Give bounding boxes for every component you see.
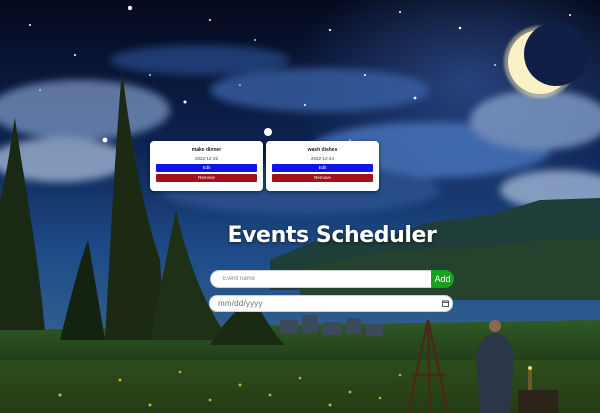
edit-button[interactable]: Edit (272, 164, 373, 172)
event-card: wash dishes 2022-12-24 Edit Remove (266, 141, 379, 191)
event-date-input[interactable]: mm/dd/yyyy (209, 295, 453, 312)
remove-button[interactable]: Remove (272, 174, 373, 182)
calendar-icon[interactable] (442, 300, 449, 307)
event-name-input[interactable] (210, 270, 432, 288)
page-title: Events Scheduler (227, 223, 437, 248)
background-painting (0, 0, 600, 413)
event-name: make dinner (191, 147, 222, 153)
edit-button[interactable]: Edit (156, 164, 257, 172)
event-name: wash dishes (307, 147, 338, 153)
event-date: 2022-12-22 (194, 156, 219, 161)
event-date: 2022-12-24 (310, 156, 335, 161)
page-title-container: Events Scheduler (210, 223, 454, 248)
event-card: make dinner 2022-12-22 Edit Remove (150, 141, 263, 191)
remove-button[interactable]: Remove (156, 174, 257, 182)
add-button[interactable]: Add (431, 270, 454, 288)
event-name-form: Add (210, 270, 454, 288)
date-placeholder: mm/dd/yyyy (218, 299, 263, 308)
